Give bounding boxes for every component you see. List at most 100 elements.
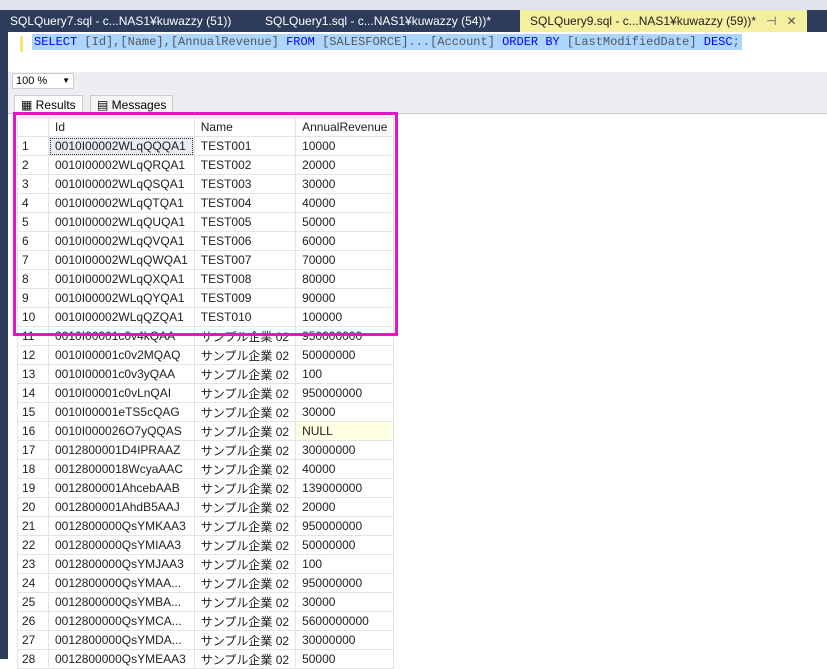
cell-id[interactable]: 0010I00002WLqQVQA1 [48, 231, 195, 251]
cell-annualrevenue[interactable]: 40000 [295, 193, 395, 213]
cell-name[interactable]: サンプル企業 02 [193, 573, 297, 593]
cell-annualrevenue[interactable]: 139000000 [295, 478, 395, 498]
cell-id[interactable]: 0010I00002WLqQZQA1 [48, 307, 195, 327]
cell-name[interactable]: サンプル企業 02 [193, 326, 297, 346]
table-row[interactable]: 5 0010I00002WLqQUQA1 TEST005 50000 [17, 212, 395, 232]
cell-id[interactable]: 0012800000QsYMEAA3 [48, 649, 195, 669]
row-number[interactable]: 13 [17, 364, 49, 384]
cell-id[interactable]: 0010I00001c0v3yQAA [48, 364, 195, 384]
cell-name[interactable]: サンプル企業 02 [193, 440, 297, 460]
row-number[interactable]: 23 [17, 554, 49, 574]
cell-annualrevenue[interactable]: 30000 [295, 402, 395, 422]
row-number[interactable]: 6 [17, 231, 49, 251]
cell-annualrevenue[interactable]: 50000 [295, 649, 395, 669]
cell-annualrevenue[interactable]: 70000 [295, 250, 395, 270]
cell-annualrevenue[interactable]: 50000000 [295, 535, 395, 555]
row-number[interactable]: 25 [17, 592, 49, 612]
table-row[interactable]: 22 0012800000QsYMIAA3 サンプル企業 02 50000000 [17, 535, 395, 555]
table-row[interactable]: 14 0010I00001c0vLnQAI サンプル企業 02 950000000 [17, 383, 395, 403]
cell-annualrevenue[interactable]: 80000 [295, 269, 395, 289]
results-grid[interactable]: Id Name AnnualRevenue 1 0010I00002WLqQQQA… [17, 117, 395, 669]
table-row[interactable]: 4 0010I00002WLqQTQA1 TEST004 40000 [17, 193, 395, 213]
cell-id[interactable]: 0012800001AhcebAAB [48, 478, 195, 498]
cell-annualrevenue[interactable]: NULL [295, 421, 395, 441]
table-row[interactable]: 7 0010I00002WLqQWQA1 TEST007 70000 [17, 250, 395, 270]
table-row[interactable]: 21 0012800000QsYMKAA3 サンプル企業 02 950000000 [17, 516, 395, 536]
cell-annualrevenue[interactable]: 950000000 [295, 573, 395, 593]
cell-name[interactable]: TEST003 [193, 174, 297, 194]
row-number[interactable]: 18 [17, 459, 49, 479]
cell-name[interactable]: サンプル企業 02 [193, 402, 297, 422]
row-number[interactable]: 17 [17, 440, 49, 460]
table-row[interactable]: 17 0012800001D4IPRAAZ サンプル企業 02 30000000 [17, 440, 395, 460]
cell-id[interactable]: 0012800000QsYMCA... [48, 611, 195, 631]
row-number[interactable]: 15 [17, 402, 49, 422]
row-number[interactable]: 16 [17, 421, 49, 441]
cell-name[interactable]: サンプル企業 02 [193, 611, 297, 631]
table-row[interactable]: 9 0010I00002WLqQYQA1 TEST009 90000 [17, 288, 395, 308]
tab-sqlquery1[interactable]: SQLQuery1.sql - c...NAS1¥kuwazzy (54))* [255, 10, 520, 32]
cell-annualrevenue[interactable]: 950000000 [295, 383, 395, 403]
cell-annualrevenue[interactable]: 90000 [295, 288, 395, 308]
cell-annualrevenue[interactable]: 30000000 [295, 440, 395, 460]
row-number[interactable]: 11 [17, 326, 49, 346]
cell-name[interactable]: サンプル企業 02 [193, 649, 297, 669]
table-row[interactable]: 12 0010I00001c0v2MQAQ サンプル企業 02 50000000 [17, 345, 395, 365]
row-number[interactable]: 5 [17, 212, 49, 232]
row-number[interactable]: 12 [17, 345, 49, 365]
column-header-name[interactable]: Name [193, 117, 297, 137]
cell-annualrevenue[interactable]: 60000 [295, 231, 395, 251]
table-row[interactable]: 3 0010I00002WLqQSQA1 TEST003 30000 [17, 174, 395, 194]
row-number[interactable]: 3 [17, 174, 49, 194]
cell-annualrevenue[interactable]: 100 [295, 554, 395, 574]
table-row[interactable]: 6 0010I00002WLqQVQA1 TEST006 60000 [17, 231, 395, 251]
cell-name[interactable]: サンプル企業 02 [193, 421, 297, 441]
table-row[interactable]: 20 0012800001AhdB5AAJ サンプル企業 02 20000 [17, 497, 395, 517]
table-row[interactable]: 19 0012800001AhcebAAB サンプル企業 02 139000000 [17, 478, 395, 498]
cell-id[interactable]: 0012800000QsYMAA... [48, 573, 195, 593]
cell-annualrevenue[interactable]: 10000 [295, 136, 395, 156]
row-number[interactable]: 19 [17, 478, 49, 498]
cell-id[interactable]: 0012800000QsYMKAA3 [48, 516, 195, 536]
cell-name[interactable]: TEST006 [193, 231, 297, 251]
cell-name[interactable]: サンプル企業 02 [193, 592, 297, 612]
cell-annualrevenue[interactable]: 20000 [295, 497, 395, 517]
cell-id[interactable]: 0012800001AhdB5AAJ [48, 497, 195, 517]
cell-id[interactable]: 0010I00002WLqQSQA1 [48, 174, 195, 194]
cell-name[interactable]: サンプル企業 02 [193, 345, 297, 365]
cell-name[interactable]: サンプル企業 02 [193, 478, 297, 498]
row-number[interactable]: 1 [17, 136, 49, 156]
cell-id[interactable]: 0012800000QsYMBA... [48, 592, 195, 612]
cell-id[interactable]: 0010I00002WLqQQQA1 [48, 136, 195, 156]
row-number[interactable]: 26 [17, 611, 49, 631]
cell-annualrevenue[interactable]: 100000 [295, 307, 395, 327]
row-number[interactable]: 27 [17, 630, 49, 650]
cell-id[interactable]: 0012800000QsYMDA... [48, 630, 195, 650]
row-number[interactable]: 20 [17, 497, 49, 517]
cell-name[interactable]: サンプル企業 02 [193, 516, 297, 536]
cell-name[interactable]: サンプル企業 02 [193, 535, 297, 555]
row-number[interactable]: 21 [17, 516, 49, 536]
cell-annualrevenue[interactable]: 5600000000 [295, 611, 395, 631]
cell-name[interactable]: サンプル企業 02 [193, 497, 297, 517]
table-row[interactable]: 25 0012800000QsYMBA... サンプル企業 02 30000 [17, 592, 395, 612]
cell-annualrevenue[interactable]: 50000000 [295, 345, 395, 365]
row-number[interactable]: 8 [17, 269, 49, 289]
cell-id[interactable]: 0010I00001c0vLnQAI [48, 383, 195, 403]
row-number[interactable]: 9 [17, 288, 49, 308]
cell-annualrevenue[interactable]: 100 [295, 364, 395, 384]
row-number[interactable]: 22 [17, 535, 49, 555]
cell-name[interactable]: TEST007 [193, 250, 297, 270]
cell-name[interactable]: TEST004 [193, 193, 297, 213]
table-row[interactable]: 28 0012800000QsYMEAA3 サンプル企業 02 50000 [17, 649, 395, 669]
cell-annualrevenue[interactable]: 20000 [295, 155, 395, 175]
tab-sqlquery7[interactable]: SQLQuery7.sql - c...NAS1¥kuwazzy (51)) [0, 10, 255, 32]
table-row[interactable]: 16 0010I000026O7yQQAS サンプル企業 02 NULL [17, 421, 395, 441]
row-number[interactable]: 2 [17, 155, 49, 175]
cell-name[interactable]: TEST008 [193, 269, 297, 289]
table-row[interactable]: 13 0010I00001c0v3yQAA サンプル企業 02 100 [17, 364, 395, 384]
cell-id[interactable]: 0010I00001c0v4kQAA [48, 326, 195, 346]
cell-id[interactable]: 0010I00002WLqQRQA1 [48, 155, 195, 175]
cell-name[interactable]: TEST009 [193, 288, 297, 308]
cell-id[interactable]: 00128000018WcyaAAC [48, 459, 195, 479]
